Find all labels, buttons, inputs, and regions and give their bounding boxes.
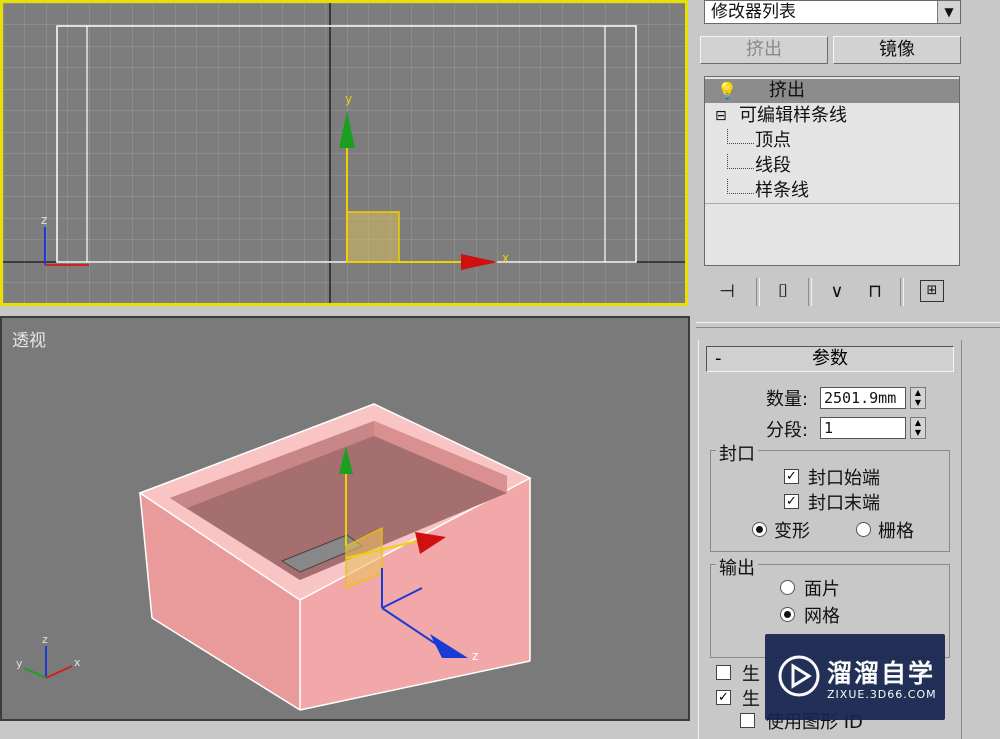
segments-input[interactable]: 1 (820, 417, 906, 439)
dropdown-arrow-icon[interactable]: ▼ (937, 1, 960, 23)
mesh-label: 网格 (804, 606, 840, 627)
gizmo-plane (346, 211, 400, 263)
stack-sub-segment[interactable]: 线段 (705, 154, 959, 178)
modifier-list-dropdown[interactable]: 修改器列表 ▼ (704, 0, 961, 24)
mini-y-label: y (16, 657, 23, 670)
generate-option-label-1: 生 (742, 664, 760, 685)
lightbulb-icon[interactable]: 💡 (717, 79, 737, 103)
persp-z-label: z (472, 649, 478, 663)
modify-panel: 修改器列表 ▼ 挤出 镜像 💡 挤出 ⊟ 可编辑样条线 顶点 线段 样条线 ⊣ … (696, 0, 1000, 739)
front-viewport[interactable]: y x z (0, 0, 688, 306)
perspective-canvas: z z x y (16, 403, 532, 711)
mesh-radio[interactable] (780, 607, 795, 622)
panel-divider (696, 322, 1000, 328)
output-title: 输出 (716, 554, 758, 580)
toolbar-divider (808, 278, 812, 306)
front-viewport-canvas: y x z (3, 3, 685, 303)
morph-label: 变形 (774, 521, 810, 542)
collapse-minus-icon[interactable]: ⊟ (715, 104, 727, 128)
patch-label: 面片 (804, 579, 840, 600)
amount-spinner[interactable]: ▲ ▼ (910, 387, 926, 409)
toolbar-divider (900, 278, 904, 306)
extrude-button[interactable]: 挤出 (700, 36, 828, 64)
parameters-title: 参数 (812, 348, 848, 369)
mini-z-label: z (42, 633, 48, 646)
generate-option-checkbox-2[interactable]: ✓ (716, 690, 731, 705)
stack-item-editable-spline[interactable]: ⊟ 可编辑样条线 (705, 104, 959, 128)
cap-end-checkbox[interactable]: ✓ (784, 494, 799, 509)
patch-radio[interactable] (780, 580, 795, 595)
use-shape-id-checkbox[interactable] (740, 713, 755, 728)
parameters-rollout-header[interactable]: - 参数 (706, 346, 954, 372)
play-logo-icon (778, 655, 820, 697)
mini-axis-z-label: z (41, 213, 47, 227)
gizmo-y-label: y (345, 92, 352, 106)
stack-sub-vertex[interactable]: 顶点 (705, 129, 959, 153)
segments-spinner[interactable]: ▲ ▼ (910, 417, 926, 439)
stack-divider (705, 203, 959, 204)
modifier-stack[interactable]: 💡 挤出 ⊟ 可编辑样条线 顶点 线段 样条线 (704, 76, 960, 266)
stack-item-extrude[interactable]: 💡 挤出 (705, 79, 959, 103)
amount-label: 数量: (766, 389, 809, 410)
grid-label: 栅格 (878, 521, 914, 542)
watermark-url: ZIXUE.3D66.COM (827, 688, 937, 701)
perspective-viewport[interactable]: 透视 z z x y (0, 316, 690, 721)
remove-modifier-icon[interactable]: ⊓ (862, 280, 888, 304)
show-end-result-icon[interactable]: ⌷ (770, 280, 796, 304)
gizmo-x-label: x (502, 251, 509, 265)
watermark-brand: 溜溜自学 (827, 659, 936, 688)
toolbar-divider (756, 278, 760, 306)
cap-start-label: 封口始端 (808, 468, 880, 489)
mini-x-label: x (74, 656, 81, 669)
generate-option-label-2: 生 (742, 689, 760, 710)
stack-sub-spline[interactable]: 样条线 (705, 179, 959, 203)
morph-radio[interactable] (752, 522, 767, 537)
cap-start-checkbox[interactable]: ✓ (784, 469, 799, 484)
amount-input[interactable]: 2501.9mm (820, 387, 906, 409)
configure-sets-icon[interactable]: ⊞ (920, 280, 944, 302)
segments-label: 分段: (766, 420, 809, 441)
watermark-logo: 溜溜自学 ZIXUE.3D66.COM (765, 634, 945, 720)
cap-end-label: 封口末端 (808, 493, 880, 514)
capping-title: 封口 (716, 440, 758, 466)
generate-option-checkbox-1[interactable] (716, 665, 731, 680)
mirror-button[interactable]: 镜像 (833, 36, 961, 64)
pin-stack-icon[interactable]: ⊣ (714, 280, 740, 304)
grid-radio[interactable] (856, 522, 871, 537)
modifier-list-label: 修改器列表 (711, 2, 796, 22)
make-unique-icon[interactable]: ∨ (824, 280, 850, 304)
